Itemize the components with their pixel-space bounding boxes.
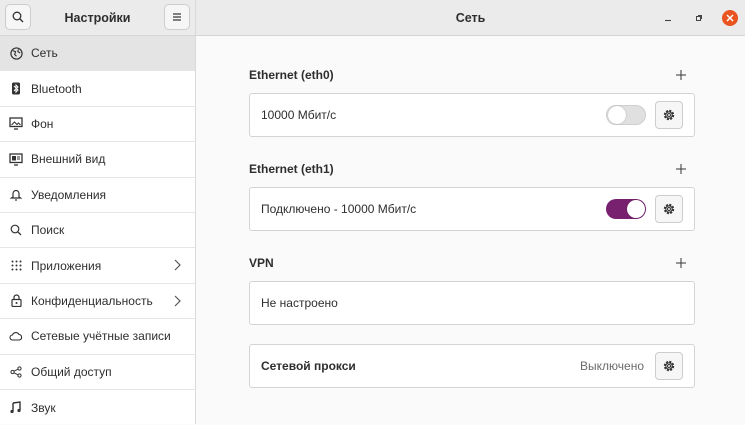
section-heading-vpn: VPN <box>249 256 274 270</box>
globe-icon <box>9 46 23 60</box>
sidebar-header: Настройки <box>0 0 195 36</box>
sidebar-item-sound[interactable]: Звук <box>0 390 195 425</box>
sidebar-item-label: Звук <box>31 400 56 415</box>
eth0-card: 10000 Мбит/с <box>249 93 695 137</box>
chevron-right-icon <box>174 295 181 310</box>
section-heading-eth0: Ethernet (eth0) <box>249 68 334 82</box>
sidebar-item-notifications[interactable]: Уведомления <box>0 178 195 213</box>
toggle-knob <box>627 200 645 218</box>
bell-icon <box>9 188 23 202</box>
maximize-icon <box>696 15 702 21</box>
cloud-icon <box>9 329 23 343</box>
add-eth0-button[interactable] <box>675 69 687 81</box>
hamburger-icon <box>173 13 181 21</box>
sidebar-item-label: Конфиденциальность <box>31 293 153 308</box>
sidebar-item-sharing[interactable]: Общий доступ <box>0 355 195 390</box>
search-icon <box>12 11 24 23</box>
header-bar: Сеть <box>196 0 745 36</box>
sidebar-item-label: Поиск <box>31 223 65 238</box>
vpn-card: Не настроено <box>249 281 695 325</box>
eth0-toggle[interactable] <box>606 105 646 125</box>
sidebar-item-label: Фон <box>31 116 54 131</box>
eth0-status: 10000 Мбит/с <box>261 108 337 122</box>
section-heading-eth1: Ethernet (eth1) <box>249 162 334 176</box>
minimize-icon <box>665 19 671 22</box>
sidebar-item-label: Сетевые учётные записи <box>31 329 171 344</box>
search-button[interactable] <box>5 4 31 30</box>
sidebar-item-label: Общий доступ <box>31 364 112 379</box>
gear-icon <box>663 203 675 215</box>
eth1-toggle[interactable] <box>606 199 646 219</box>
sidebar-item-bluetooth[interactable]: Bluetooth <box>0 71 195 107</box>
search-icon <box>9 223 23 237</box>
gear-icon <box>663 109 675 121</box>
sidebar-item-label: Уведомления <box>31 187 107 202</box>
music-note-icon <box>9 401 23 415</box>
sidebar-item-privacy[interactable]: Конфиденциальность <box>0 284 195 320</box>
plus-icon <box>676 70 686 80</box>
plus-icon <box>676 164 686 174</box>
vpn-status: Не настроено <box>261 296 338 310</box>
sidebar-item-appearance[interactable]: Внешний вид <box>0 142 195 178</box>
lock-icon <box>9 294 23 308</box>
chevron-right-icon <box>174 259 181 274</box>
sidebar-item-applications[interactable]: Приложения <box>0 248 195 284</box>
sidebar: Настройки Сеть Bluetooth Фон Внешний вид <box>0 0 196 424</box>
sidebar-item-search[interactable]: Поиск <box>0 213 195 249</box>
toggle-knob <box>608 106 626 124</box>
sidebar-item-network[interactable]: Сеть <box>0 36 195 72</box>
eth0-settings-button[interactable] <box>655 101 683 129</box>
appearance-icon <box>9 152 23 166</box>
sidebar-item-label: Сеть <box>31 46 58 61</box>
gear-icon <box>663 360 675 372</box>
proxy-card[interactable]: Сетевой прокси Выключено <box>249 344 695 388</box>
sidebar-item-label: Приложения <box>31 258 102 273</box>
minimize-button[interactable] <box>660 10 676 26</box>
sidebar-title: Настройки <box>64 11 131 25</box>
add-vpn-button[interactable] <box>675 257 687 269</box>
sidebar-item-online-accounts[interactable]: Сетевые учётные записи <box>0 319 195 355</box>
plus-icon <box>676 258 686 268</box>
bluetooth-icon <box>9 82 23 96</box>
add-eth1-button[interactable] <box>675 163 687 175</box>
proxy-label: Сетевой прокси <box>261 359 356 373</box>
sidebar-item-label: Bluetooth <box>31 81 82 96</box>
proxy-status: Выключено <box>580 359 644 373</box>
eth1-status: Подключено - 10000 Мбит/с <box>261 202 417 216</box>
maximize-button[interactable] <box>691 10 707 26</box>
close-button[interactable] <box>722 10 738 26</box>
eth1-card: Подключено - 10000 Мбит/с <box>249 187 695 231</box>
menu-button[interactable] <box>164 4 190 30</box>
proxy-settings-button[interactable] <box>655 352 683 380</box>
apps-grid-icon <box>9 259 23 273</box>
background-icon <box>9 117 23 131</box>
sidebar-item-label: Внешний вид <box>31 152 106 167</box>
share-icon <box>9 365 23 379</box>
sidebar-item-background[interactable]: Фон <box>0 107 195 143</box>
close-icon <box>726 14 734 22</box>
eth1-settings-button[interactable] <box>655 195 683 223</box>
